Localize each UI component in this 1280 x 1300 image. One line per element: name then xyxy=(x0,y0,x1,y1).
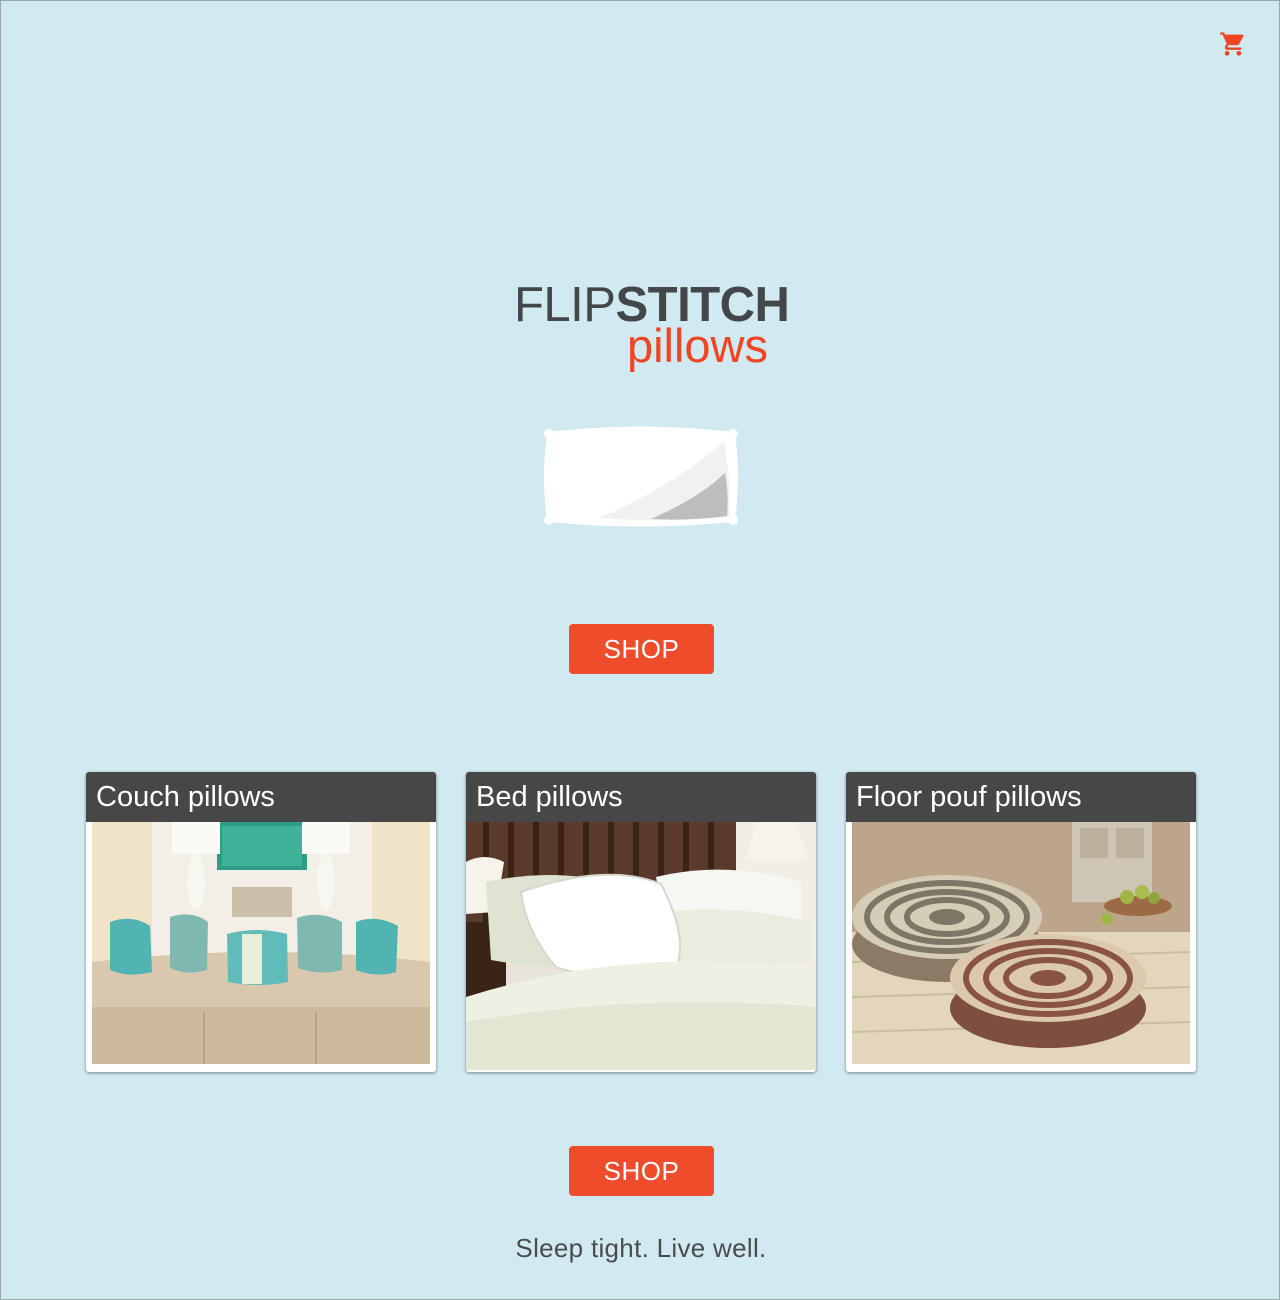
woven-floor-poufs-photo xyxy=(852,822,1190,1064)
brand-logo: FLIPSTITCH pillows xyxy=(1,279,1280,379)
pillow-icon xyxy=(539,423,743,531)
category-title: Floor pouf pillows xyxy=(846,772,1196,822)
category-card-bed[interactable]: Bed pillows xyxy=(466,772,816,1072)
category-title: Bed pillows xyxy=(466,772,816,822)
bed-with-white-pillows-photo xyxy=(466,822,816,1070)
shop-button-bottom[interactable]: SHOP xyxy=(569,1146,714,1196)
couch-with-teal-pillows-photo xyxy=(92,822,430,1064)
category-card-floor-pouf[interactable]: Floor pouf pillows xyxy=(846,772,1196,1072)
shopping-cart-icon[interactable] xyxy=(1219,30,1247,58)
shop-button-top[interactable]: SHOP xyxy=(569,624,714,674)
tagline: Sleep tight. Live well. xyxy=(515,1233,767,1263)
category-card-couch[interactable]: Couch pillows xyxy=(86,772,436,1072)
category-title: Couch pillows xyxy=(86,772,436,822)
brand-subtitle: pillows xyxy=(626,319,768,372)
